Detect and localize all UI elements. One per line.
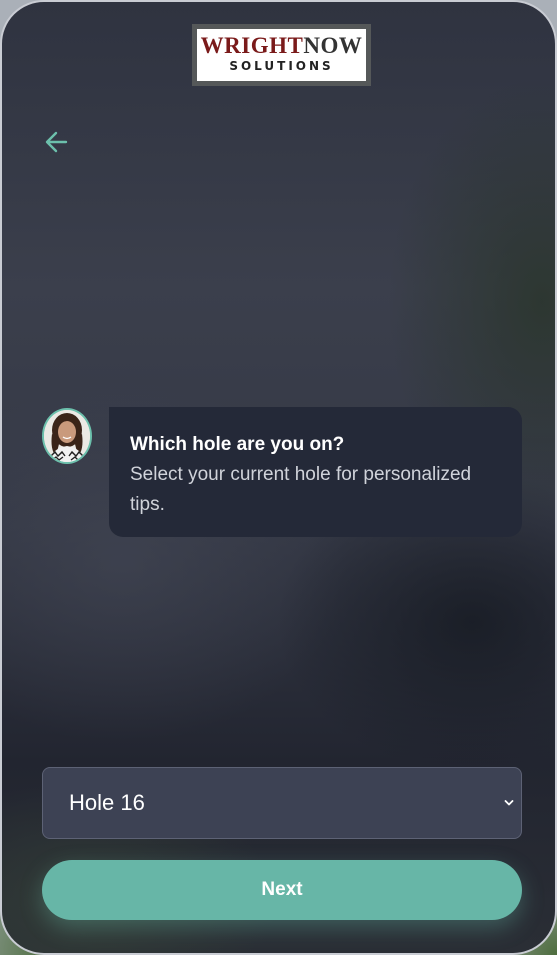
chat-description: Select your current hole for personalize…	[130, 464, 472, 515]
chat-bubble: Which hole are you on? Select your curre…	[109, 407, 522, 537]
chat-question: Which hole are you on?	[130, 434, 345, 455]
company-logo: WRIGHTNOW SOLUTIONS	[192, 24, 371, 86]
logo-text-wright: WRIGHT	[200, 33, 304, 58]
next-button[interactable]: Next	[42, 860, 522, 920]
logo-text-solutions: SOLUTIONS	[229, 59, 334, 73]
agent-avatar	[42, 408, 92, 464]
logo-text-now: NOW	[303, 33, 363, 58]
chevron-down-icon	[504, 800, 514, 806]
hole-select-value: Hole 16	[69, 790, 145, 815]
hole-select[interactable]: Hole 16	[42, 767, 522, 839]
back-button[interactable]	[42, 128, 72, 156]
app-card: WRIGHTNOW SOLUTIONS Which hole are you o…	[0, 0, 557, 955]
person-portrait-icon	[44, 410, 90, 462]
arrow-left-icon	[45, 131, 68, 153]
